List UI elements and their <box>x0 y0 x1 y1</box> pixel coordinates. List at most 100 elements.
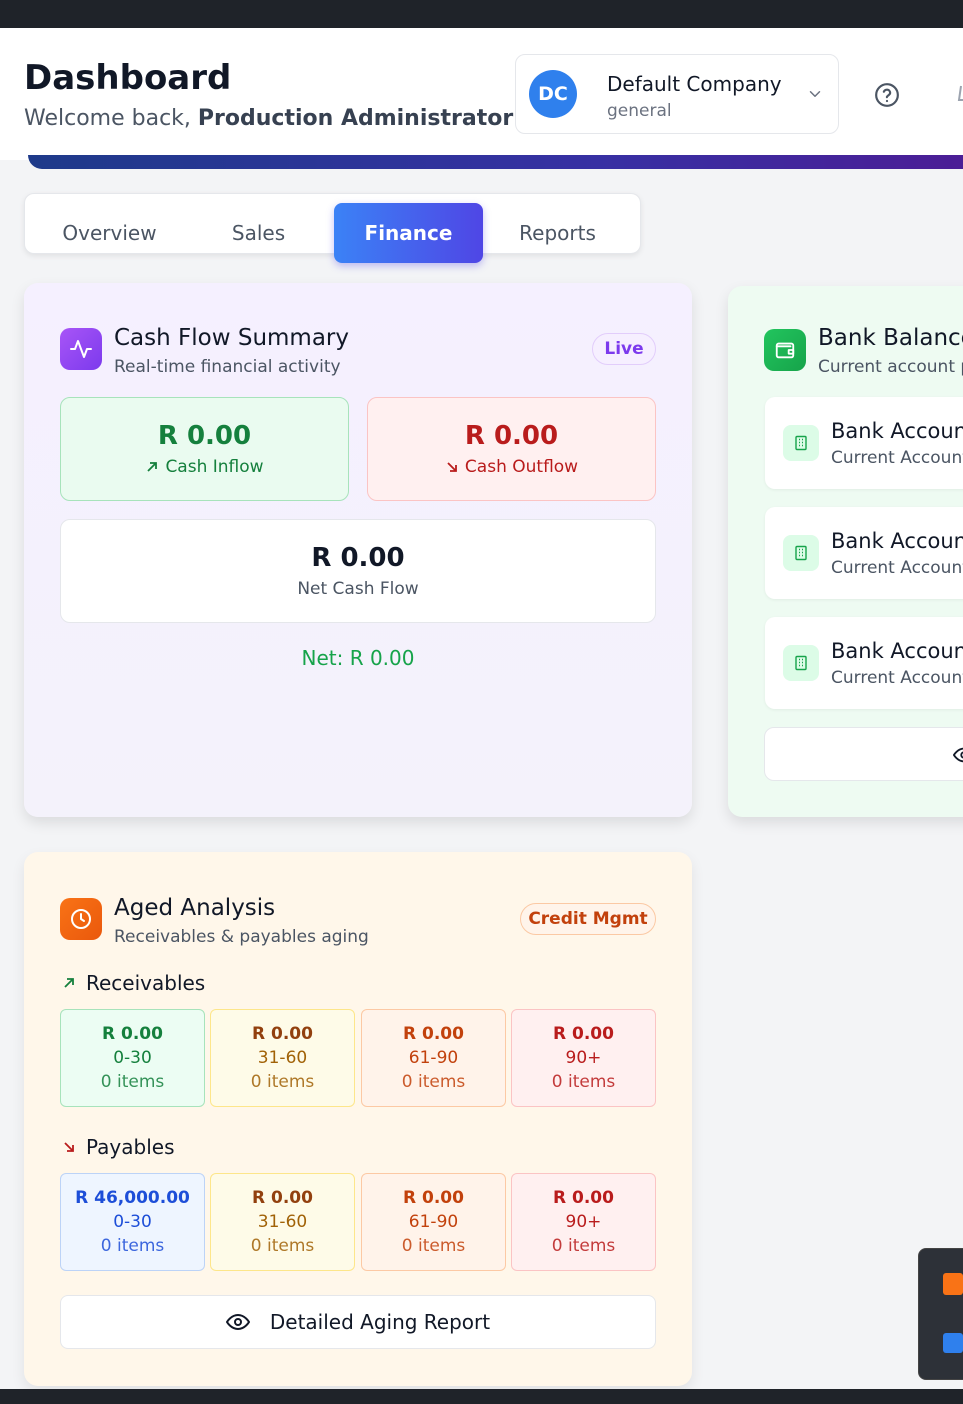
arrow-down-right-icon <box>447 462 457 472</box>
system-tray-popup <box>918 1248 963 1380</box>
cash-inflow-label: Cash Inflow <box>165 457 264 477</box>
eye-icon <box>953 747 963 763</box>
cash-inflow-amount: R 0.00 <box>157 421 252 451</box>
detailed-aging-report-button[interactable]: Detailed Aging Report <box>60 1295 656 1349</box>
window-top-strip <box>0 0 963 28</box>
help-icon[interactable] <box>874 82 900 108</box>
payables-bucket-31-60: R 0.00 31-60 0 items <box>210 1173 355 1271</box>
arrow-up-right-icon <box>147 462 158 472</box>
cash-outflow-label: Cash Outflow <box>464 457 579 477</box>
bank-account-row[interactable]: Bank Account Current Account <box>765 397 963 489</box>
bucket-items: 0 items <box>250 1236 315 1256</box>
payables-heading: Payables <box>62 1135 175 1159</box>
bank-account-type: Current Account <box>831 558 963 578</box>
aged-analysis-title: Aged Analysis <box>114 895 276 921</box>
receivables-bucket-61-90: R 0.00 61-90 0 items <box>361 1009 506 1107</box>
receivables-bucket-90-plus: R 0.00 90+ 0 items <box>511 1009 656 1107</box>
net-cash-flow-label: Net Cash Flow <box>297 579 419 599</box>
dashboard-tabs: Overview Sales Finance Reports <box>24 193 641 263</box>
receivables-label: Receivables <box>86 971 206 995</box>
payables-bucket-90-plus: R 0.00 90+ 0 items <box>511 1173 656 1271</box>
bank-account-type: Current Account <box>831 668 963 688</box>
bank-account-row[interactable]: Bank Account Current Account <box>765 507 963 599</box>
building-icon <box>783 535 819 571</box>
bank-balances-subtitle: Current account p <box>818 357 963 377</box>
company-subtitle: general <box>607 101 672 121</box>
bucket-amount: R 0.00 <box>252 1188 313 1208</box>
bucket-range: 61-90 <box>408 1048 459 1068</box>
wallet-icon <box>764 329 806 371</box>
building-icon <box>783 645 819 681</box>
bucket-amount: R 46,000.00 <box>75 1188 190 1208</box>
bucket-range: 31-60 <box>257 1048 308 1068</box>
payables-bucket-61-90: R 0.00 61-90 0 items <box>361 1173 506 1271</box>
bucket-items: 0 items <box>551 1236 616 1256</box>
bucket-items: 0 items <box>401 1236 466 1256</box>
bank-account-type: Current Account <box>831 448 963 468</box>
chevron-down-icon <box>809 91 821 97</box>
bank-account-name: Bank Account <box>831 639 963 663</box>
net-summary: Net: R 0.00 <box>301 646 415 670</box>
bucket-items: 0 items <box>401 1072 466 1092</box>
bucket-items: 0 items <box>100 1072 165 1092</box>
app-tray-icon[interactable] <box>943 1333 963 1353</box>
detailed-aging-report-label: Detailed Aging Report <box>269 1310 491 1334</box>
net-cash-flow-amount: R 0.00 <box>311 543 405 573</box>
arrow-down-right-icon <box>64 1142 74 1152</box>
company-selector[interactable]: DC Default Company general <box>515 54 839 134</box>
bucket-range: 0-30 <box>113 1212 152 1232</box>
header-accent-bar <box>28 155 963 169</box>
taskbar <box>0 1389 963 1404</box>
building-icon <box>783 425 819 461</box>
bucket-amount: R 0.00 <box>102 1024 163 1044</box>
tab-overview[interactable]: Overview <box>35 203 184 263</box>
bucket-items: 0 items <box>551 1072 616 1092</box>
bucket-amount: R 0.00 <box>252 1024 313 1044</box>
bucket-range: 31-60 <box>257 1212 308 1232</box>
tab-finance[interactable]: Finance <box>334 203 483 263</box>
activity-icon <box>60 328 102 370</box>
bucket-items: 0 items <box>250 1072 315 1092</box>
bank-account-name: Bank Account <box>831 529 963 553</box>
live-badge: Live <box>592 333 656 365</box>
bank-balances-title: Bank Balances <box>818 325 963 351</box>
payables-bucket-0-30: R 46,000.00 0-30 0 items <box>60 1173 205 1271</box>
company-avatar: DC <box>529 70 577 118</box>
bucket-range: 90+ <box>565 1212 602 1232</box>
cash-flow-title: Cash Flow Summary <box>114 325 349 351</box>
app-tray-icon[interactable] <box>943 1273 963 1295</box>
cash-flow-subtitle: Real-time financial activity <box>114 357 341 377</box>
aged-analysis-subtitle: Receivables & payables aging <box>114 927 369 947</box>
bucket-range: 90+ <box>565 1048 602 1068</box>
welcome-message: Welcome back, Production Administrator <box>24 106 513 131</box>
credit-mgmt-badge: Credit Mgmt <box>520 903 656 935</box>
bucket-range: 0-30 <box>113 1048 152 1068</box>
bucket-range: 61-90 <box>408 1212 459 1232</box>
welcome-prefix: Welcome back, <box>24 106 198 131</box>
receivables-bucket-0-30: R 0.00 0-30 0 items <box>60 1009 205 1107</box>
payables-label: Payables <box>86 1135 175 1159</box>
bucket-amount: R 0.00 <box>553 1024 614 1044</box>
arrow-up-right-icon <box>64 978 74 988</box>
bucket-amount: R 0.00 <box>553 1188 614 1208</box>
tab-sales[interactable]: Sales <box>184 203 333 263</box>
receivables-bucket-31-60: R 0.00 31-60 0 items <box>210 1009 355 1107</box>
tab-reports[interactable]: Reports <box>483 203 632 263</box>
cash-outflow-amount: R 0.00 <box>464 421 559 451</box>
bank-account-row[interactable]: Bank Account Current Account <box>765 617 963 709</box>
cash-outflow-stat: R 0.00 Cash Outflow <box>367 397 656 501</box>
bank-account-name: Bank Account <box>831 419 963 443</box>
view-all-bank-button[interactable] <box>764 727 963 781</box>
bucket-amount: R 0.00 <box>403 1024 464 1044</box>
user-name: Production Administrator <box>197 106 514 131</box>
clock-icon <box>60 898 102 940</box>
company-name: Default Company <box>607 72 782 96</box>
page-title: Dashboard <box>24 58 232 98</box>
receivables-heading: Receivables <box>62 971 205 995</box>
net-cash-flow-stat: R 0.00 Net Cash Flow <box>60 519 656 623</box>
eye-icon <box>225 1313 250 1331</box>
cash-inflow-stat: R 0.00 Cash Inflow <box>60 397 349 501</box>
bucket-amount: R 0.00 <box>403 1188 464 1208</box>
bucket-items: 0 items <box>100 1236 165 1256</box>
notification-icon[interactable] <box>955 82 963 106</box>
